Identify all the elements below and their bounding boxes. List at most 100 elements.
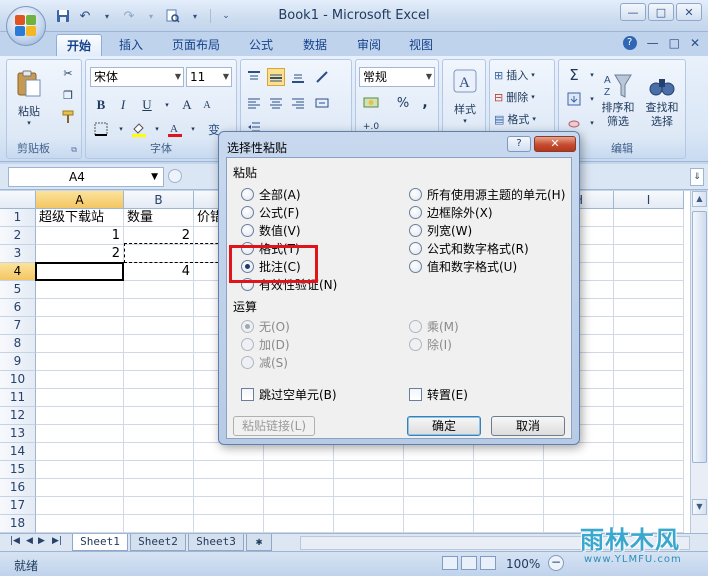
tab-formulas[interactable]: 公式	[240, 34, 282, 56]
insert-sheet-icon[interactable]: ✱	[246, 534, 272, 551]
row-header-5[interactable]: 5	[0, 281, 36, 299]
cell-e18[interactable]	[334, 515, 404, 533]
paste-option-formulas-numbers[interactable]: 公式和数字格式(R)	[409, 240, 529, 257]
cell-a9[interactable]	[36, 353, 124, 371]
row-header-6[interactable]: 6	[0, 299, 36, 317]
cell-b10[interactable]	[124, 371, 194, 389]
align-right-icon[interactable]	[289, 94, 307, 112]
row-header-14[interactable]: 14	[0, 443, 36, 461]
cell-f14[interactable]	[404, 443, 474, 461]
cell-e16[interactable]	[334, 479, 404, 497]
cell-i2[interactable]	[614, 227, 684, 245]
operation-subtract[interactable]: 减(S)	[241, 354, 288, 371]
cell-b8[interactable]	[124, 335, 194, 353]
cell-g16[interactable]	[474, 479, 544, 497]
cell-a2[interactable]: 1	[36, 227, 124, 245]
row-header-7[interactable]: 7	[0, 317, 36, 335]
paste-option-formats[interactable]: 格式(T)	[241, 240, 300, 257]
cell-g18[interactable]	[474, 515, 544, 533]
paste-option-column-widths[interactable]: 列宽(W)	[409, 222, 472, 239]
font-size-combo[interactable]: 11 ▼	[186, 67, 232, 87]
font-name-combo[interactable]: 宋体 ▼	[90, 67, 184, 87]
font-color-icon[interactable]: A	[166, 120, 184, 138]
column-header-a[interactable]: A	[36, 191, 124, 209]
cell-d18[interactable]	[264, 515, 334, 533]
fill-color-dropdown-icon[interactable]: ▾	[148, 120, 166, 138]
minimize-button[interactable]: —	[620, 3, 646, 21]
vertical-scrollbar[interactable]: ▲ ▼	[690, 191, 708, 533]
sort-filter-button[interactable]: AZ 排序和 筛选	[597, 64, 639, 136]
paste-option-comments[interactable]: 批注(C)	[241, 258, 301, 275]
paste-button[interactable]: 粘贴 ▾	[11, 66, 47, 130]
cell-a16[interactable]	[36, 479, 124, 497]
tab-home[interactable]: 开始	[56, 34, 102, 56]
clipboard-launcher-icon[interactable]: ⧉	[71, 145, 77, 155]
format-cells-button[interactable]: ▤ 格式 ▾	[494, 110, 536, 128]
maximize-button[interactable]: □	[648, 3, 674, 21]
page-layout-view-icon[interactable]	[461, 556, 477, 570]
clear-icon[interactable]	[565, 114, 583, 132]
cut-icon[interactable]: ✂	[59, 64, 77, 82]
row-header-10[interactable]: 10	[0, 371, 36, 389]
borders-dropdown-icon[interactable]: ▾	[112, 120, 130, 138]
cell-d16[interactable]	[264, 479, 334, 497]
percent-button[interactable]: %	[394, 94, 412, 112]
cell-i3[interactable]	[614, 245, 684, 263]
cell-b9[interactable]	[124, 353, 194, 371]
comma-button[interactable]: ,	[416, 94, 434, 112]
page-break-view-icon[interactable]	[480, 556, 496, 570]
row-header-13[interactable]: 13	[0, 425, 36, 443]
cell-i8[interactable]	[614, 335, 684, 353]
paste-option-no-borders[interactable]: 边框除外(X)	[409, 204, 493, 221]
align-left-icon[interactable]	[245, 94, 263, 112]
cell-a4[interactable]	[36, 263, 124, 281]
next-sheet-icon[interactable]: ▶	[38, 536, 45, 546]
help-icon[interactable]: ?	[622, 36, 637, 50]
cell-i11[interactable]	[614, 389, 684, 407]
shrink-font-button[interactable]: A	[198, 96, 216, 114]
name-box[interactable]: A4 ▼	[8, 167, 164, 187]
number-format-combo[interactable]: 常规 ▼	[359, 67, 435, 87]
scroll-down-icon[interactable]: ▼	[692, 499, 707, 515]
cell-a1[interactable]: 超级下载站	[36, 209, 124, 227]
select-all-corner[interactable]	[0, 191, 36, 209]
accounting-format-icon[interactable]	[360, 94, 384, 112]
cell-b7[interactable]	[124, 317, 194, 335]
borders-icon[interactable]	[92, 120, 110, 138]
sheet-tab-sheet3[interactable]: Sheet3	[188, 534, 244, 551]
grow-font-button[interactable]: A	[178, 96, 196, 114]
cell-b11[interactable]	[124, 389, 194, 407]
transpose-checkbox[interactable]: 转置(E)	[409, 386, 468, 403]
underline-dropdown-icon[interactable]: ▾	[158, 96, 176, 114]
row-header-15[interactable]: 15	[0, 461, 36, 479]
skip-blanks-checkbox[interactable]: 跳过空单元(B)	[241, 386, 337, 403]
office-button[interactable]	[6, 6, 46, 46]
formula-bar-handle-icon[interactable]	[168, 169, 182, 183]
cell-f15[interactable]	[404, 461, 474, 479]
cell-b14[interactable]	[124, 443, 194, 461]
cell-a13[interactable]	[36, 425, 124, 443]
row-header-17[interactable]: 17	[0, 497, 36, 515]
find-select-button[interactable]: 查找和 选择	[641, 64, 683, 136]
row-header-16[interactable]: 16	[0, 479, 36, 497]
prev-sheet-icon[interactable]: ◀	[26, 536, 33, 546]
cell-f18[interactable]	[404, 515, 474, 533]
cell-b17[interactable]	[124, 497, 194, 515]
sheet-tab-sheet1[interactable]: Sheet1	[72, 534, 128, 551]
cell-f17[interactable]	[404, 497, 474, 515]
cell-c17[interactable]	[194, 497, 264, 515]
cell-b5[interactable]	[124, 281, 194, 299]
merge-center-icon[interactable]	[313, 94, 331, 112]
cell-i4[interactable]	[614, 263, 684, 281]
first-sheet-icon[interactable]: |◀	[10, 536, 20, 546]
ribbon-close-icon[interactable]: ✕	[690, 36, 700, 50]
operation-add[interactable]: 加(D)	[241, 336, 290, 353]
cell-i10[interactable]	[614, 371, 684, 389]
orientation-icon[interactable]	[313, 68, 331, 86]
cell-d17[interactable]	[264, 497, 334, 515]
row-header-4[interactable]: 4	[0, 263, 36, 281]
italic-button[interactable]: I	[114, 96, 132, 114]
cell-a14[interactable]	[36, 443, 124, 461]
format-painter-icon[interactable]	[59, 108, 77, 126]
operation-divide[interactable]: 除(I)	[409, 336, 452, 353]
